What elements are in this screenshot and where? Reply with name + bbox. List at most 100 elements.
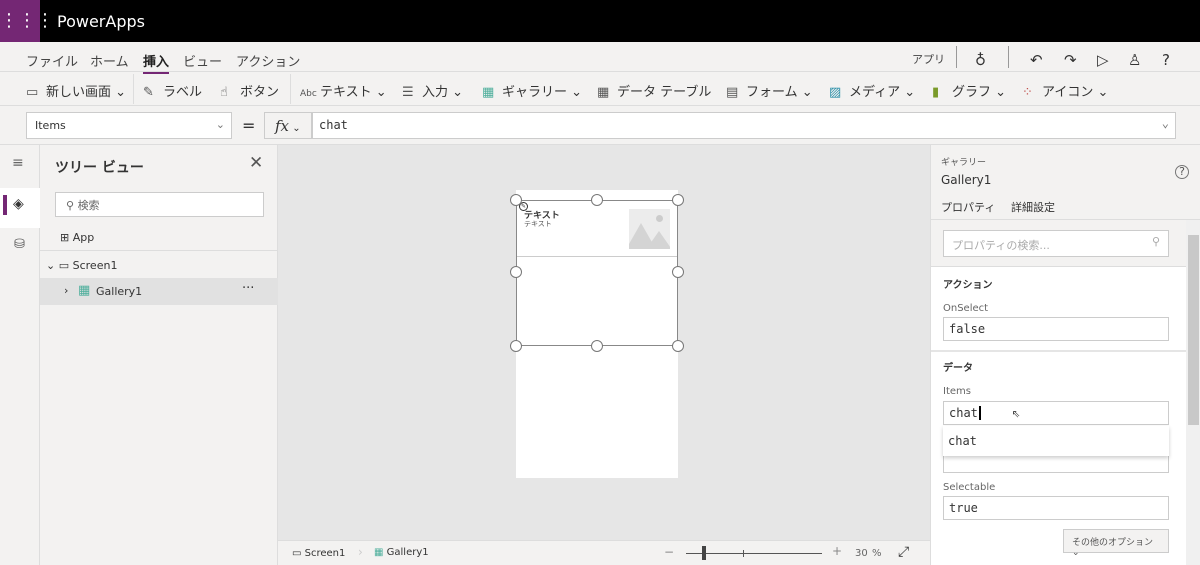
app-icon: ⊞ xyxy=(60,231,70,244)
tab-properties[interactable]: プロパティ xyxy=(941,199,995,215)
zoom-slider-thumb[interactable] xyxy=(702,546,707,560)
breadcrumb-screen1[interactable]: ▭ Screen1 xyxy=(292,548,345,559)
property-dropdown[interactable]: Items ⌄ xyxy=(26,112,232,139)
control-type: ギャラリー xyxy=(941,158,987,168)
menu-home[interactable]: ホーム xyxy=(90,51,129,70)
help-icon[interactable]: ? xyxy=(1162,51,1170,69)
media-button[interactable]: ▨ メディア ⌄ xyxy=(829,81,915,100)
zoom-unit: % xyxy=(872,548,882,559)
autocomplete-suggestion[interactable]: chat xyxy=(943,426,1169,456)
onselect-input[interactable]: false xyxy=(943,317,1169,341)
gallery-control[interactable]: テキスト テキスト ✎ xyxy=(516,200,678,346)
tree-item-app[interactable]: ⊞ App xyxy=(60,231,94,244)
close-icon[interactable]: ✕ xyxy=(249,153,263,173)
gallery-icon: ▦ xyxy=(78,283,91,298)
more-options-button[interactable]: その他のオプション ⌄ xyxy=(1063,529,1169,558)
resize-handle[interactable] xyxy=(591,340,603,352)
data-source-icon[interactable]: ⛁ xyxy=(14,237,25,252)
formula-input[interactable]: chat ⌄ xyxy=(312,112,1176,139)
more-options-icon[interactable]: ··· xyxy=(242,281,254,296)
chevron-down-icon: ⌄ xyxy=(46,259,56,272)
items-label: Items xyxy=(943,386,971,397)
form-icon: ▤ xyxy=(726,85,739,100)
section-data: データ xyxy=(943,363,973,374)
design-canvas: テキスト テキスト ✎ xyxy=(278,145,930,540)
tree-view-panel: ツリー ビュー ✕ ⚲ 検索 ⊞ App ⌄ ▭ Screen1 › ▦ Gal… xyxy=(40,145,278,565)
chart-button[interactable]: ▮ グラフ ⌄ xyxy=(932,81,1006,100)
expand-chevron-icon[interactable]: ⌄ xyxy=(1162,116,1169,130)
menu-insert[interactable]: 挿入 xyxy=(143,51,170,74)
scrollbar-thumb[interactable] xyxy=(1188,235,1199,425)
resize-handle[interactable] xyxy=(591,194,603,206)
ribbon: ▭ 新しい画面 ⌄ ✎ ラベル ☝ ボタン Abc テキスト ⌄ ☰ 入力 ⌄ ▦ ギャラリ… xyxy=(0,72,1200,106)
icons-icon: ⁘ xyxy=(1022,85,1033,100)
menu-file[interactable]: ファイル xyxy=(26,51,78,70)
resize-handle[interactable] xyxy=(672,340,684,352)
share-user-icon[interactable]: ♙ xyxy=(1128,51,1141,69)
gallery-button[interactable]: ▦ ギャラリー ⌄ xyxy=(482,81,582,100)
fx-button[interactable]: fx ⌄ xyxy=(264,112,312,139)
tree-search-input[interactable]: ⚲ 検索 xyxy=(55,192,264,217)
menu-view[interactable]: ビュー xyxy=(183,51,222,70)
menu-bar: ファイル ホーム 挿入 ビュー アクション アプリ ♁ ↶ ↷ ▷ ♙ ? xyxy=(0,42,1200,74)
form-button[interactable]: ▤ フォーム ⌄ xyxy=(726,81,813,100)
redo-icon[interactable]: ↷ xyxy=(1064,51,1077,69)
tree-item-screen1[interactable]: ⌄ ▭ Screen1 xyxy=(46,259,117,272)
search-icon: ⚲ xyxy=(1151,235,1160,248)
input-button[interactable]: ☰ 入力 ⌄ xyxy=(402,81,463,100)
app-checker-icon[interactable]: ♁ xyxy=(975,51,986,69)
scrollbar[interactable] xyxy=(1186,220,1200,565)
data-table-button[interactable]: ▦ データ テーブル xyxy=(597,81,711,100)
fit-to-window-icon[interactable]: ⤢ xyxy=(898,544,909,560)
media-icon: ▨ xyxy=(829,85,842,100)
new-screen-icon: ▭ xyxy=(26,85,39,100)
selectable-input[interactable]: true xyxy=(943,496,1169,520)
waffle-icon[interactable]: ⋮⋮⋮ xyxy=(0,0,54,42)
resize-handle[interactable] xyxy=(672,266,684,278)
properties-panel: ギャラリー Gallery1 ? プロパティ 詳細設定 プロパティの検索... ⚲… xyxy=(930,145,1200,565)
menu-action[interactable]: アクション xyxy=(236,51,300,70)
search-icon: ⚲ xyxy=(66,199,75,212)
breadcrumb-gallery1[interactable]: ▦ Gallery1 xyxy=(374,547,429,558)
help-icon[interactable]: ? xyxy=(1175,165,1189,179)
play-icon[interactable]: ▷ xyxy=(1097,51,1109,69)
hamburger-icon[interactable]: ≡ xyxy=(12,155,24,171)
breadcrumb-separator: › xyxy=(358,545,363,559)
zoom-value: 30 xyxy=(855,548,868,559)
icons-button[interactable]: ⁘ アイコン ⌄ xyxy=(1022,81,1108,100)
button-icon: ☝ xyxy=(220,85,228,100)
screen-icon: ▭ xyxy=(292,548,302,559)
chevron-down-icon: ⌄ xyxy=(215,118,225,131)
resize-handle[interactable] xyxy=(672,194,684,206)
formula-bar: Items ⌄ = fx ⌄ chat ⌄ xyxy=(0,106,1200,145)
image-placeholder-icon xyxy=(629,209,670,249)
resize-handle[interactable] xyxy=(510,194,522,206)
label-icon: ✎ xyxy=(143,85,154,100)
zoom-slider[interactable] xyxy=(686,553,822,554)
gallery-icon: ▦ xyxy=(482,85,495,100)
resize-handle[interactable] xyxy=(510,340,522,352)
tree-item-gallery1[interactable]: › ▦ Gallery1 ··· xyxy=(40,278,278,305)
onselect-label: OnSelect xyxy=(943,303,989,314)
equals-sign: = xyxy=(242,116,256,135)
status-bar: ▭ Screen1 › ▦ Gallery1 − + 30 % ⤢ xyxy=(278,540,930,565)
tree-view-tab[interactable]: ◈ xyxy=(0,188,40,228)
zoom-out-button[interactable]: − xyxy=(664,545,674,559)
layers-icon: ◈ xyxy=(13,196,24,212)
property-search-input[interactable]: プロパティの検索... ⚲ xyxy=(943,230,1169,257)
data-table-icon: ▦ xyxy=(597,85,610,100)
app-button[interactable]: アプリ xyxy=(912,51,945,67)
chart-icon: ▮ xyxy=(932,85,940,100)
resize-handle[interactable] xyxy=(510,266,522,278)
button-button[interactable]: ☝ ボタン xyxy=(220,81,279,100)
section-action: アクション xyxy=(943,280,993,291)
zoom-in-button[interactable]: + xyxy=(832,544,842,558)
new-screen-button[interactable]: ▭ 新しい画面 ⌄ xyxy=(26,81,126,100)
text-icon: Abc xyxy=(300,89,317,99)
items-input[interactable]: chat ⇖ xyxy=(943,401,1169,425)
text-button[interactable]: Abc テキスト ⌄ xyxy=(300,81,387,100)
gallery-icon: ▦ xyxy=(374,547,384,558)
undo-icon[interactable]: ↶ xyxy=(1030,51,1043,69)
gallery-subtitle-text: テキスト xyxy=(524,220,552,228)
label-button[interactable]: ✎ ラベル xyxy=(143,81,202,100)
